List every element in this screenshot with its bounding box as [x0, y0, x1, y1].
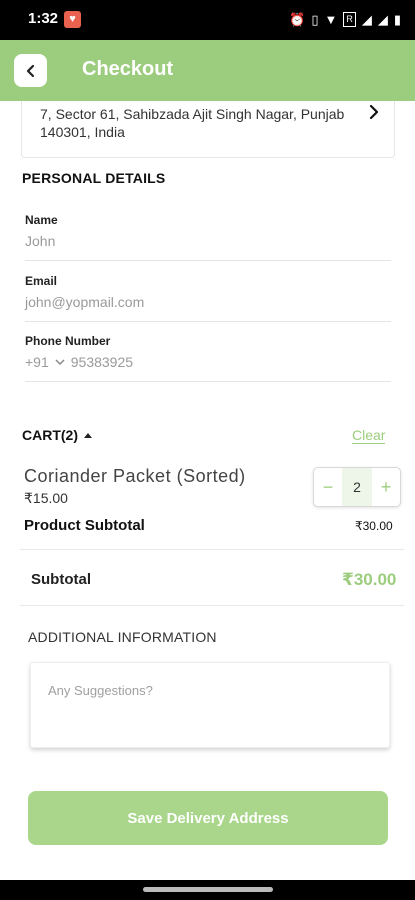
divider [20, 549, 404, 550]
country-code-select[interactable]: +91 [25, 354, 49, 370]
phone-field[interactable]: Phone Number +91 95383925 [25, 334, 391, 382]
quantity-stepper: − 2 + [313, 467, 401, 507]
chevron-down-icon[interactable] [55, 358, 65, 366]
signal-icon-2: ◢ [377, 12, 388, 27]
additional-info-heading: ADDITIONAL INFORMATION [28, 629, 217, 645]
email-label: Email [25, 274, 58, 288]
quantity-value: 2 [342, 468, 372, 506]
chevron-right-icon [369, 105, 379, 119]
name-label: Name [25, 213, 58, 227]
personal-details-heading: PERSONAL DETAILS [22, 170, 166, 186]
network-badge: R [343, 12, 356, 27]
chevron-left-icon [26, 64, 34, 77]
product-subtotal-label: Product Subtotal [24, 517, 145, 534]
name-input[interactable]: John [25, 233, 391, 249]
navigation-bar [0, 880, 415, 900]
subtotal-label: Subtotal [31, 571, 91, 588]
vibrate-icon: ▯ [311, 12, 319, 27]
cart-toggle[interactable]: CART(2) [22, 427, 92, 443]
app-header: Checkout [0, 40, 415, 101]
delivery-address-card[interactable]: 7, Sector 61, Sahibzada Ajit Singh Nagar… [21, 101, 395, 158]
notification-app-icon: ♥ [64, 11, 81, 28]
caret-up-icon [84, 432, 92, 438]
wifi-icon: ▼ [324, 12, 338, 27]
status-icons: ⏰ ▯ ▼ R ◢ ◢ ▮ [289, 11, 401, 28]
battery-icon: ▮ [393, 12, 401, 27]
phone-label: Phone Number [25, 334, 111, 348]
phone-row: +91 95383925 [25, 354, 391, 370]
home-gesture-handle[interactable] [143, 887, 273, 892]
status-time: 1:32 [28, 10, 59, 27]
divider [20, 605, 404, 606]
product-subtotal-value: ₹30.00 [355, 519, 393, 533]
clear-cart-link[interactable]: Clear [352, 427, 386, 444]
status-bar: 1:32 ♥ ⏰ ▯ ▼ R ◢ ◢ ▮ [0, 0, 415, 40]
decrease-quantity-button[interactable]: − [314, 468, 342, 506]
product-name: Coriander Packet (Sorted) [24, 466, 246, 486]
suggestions-placeholder: Any Suggestions? [48, 683, 153, 698]
email-field[interactable]: Email john@yopmail.com [25, 274, 391, 322]
save-delivery-address-button[interactable]: Save Delivery Address [28, 791, 388, 845]
increase-quantity-button[interactable]: + [372, 468, 400, 506]
subtotal-value: ₹30.00 [342, 570, 397, 589]
alarm-icon: ⏰ [289, 12, 306, 27]
page-title: Checkout [82, 58, 174, 80]
email-input[interactable]: john@yopmail.com [25, 294, 391, 310]
back-button[interactable] [14, 54, 47, 87]
address-text: 7, Sector 61, Sahibzada Ajit Singh Nagar… [40, 106, 345, 140]
signal-icon: ◢ [361, 12, 372, 27]
suggestions-textarea[interactable]: Any Suggestions? [30, 662, 390, 748]
name-field[interactable]: Name John [25, 213, 391, 261]
product-price: ₹15.00 [24, 490, 68, 506]
phone-input[interactable]: 95383925 [71, 354, 133, 370]
cart-title: CART(2) [22, 427, 78, 443]
